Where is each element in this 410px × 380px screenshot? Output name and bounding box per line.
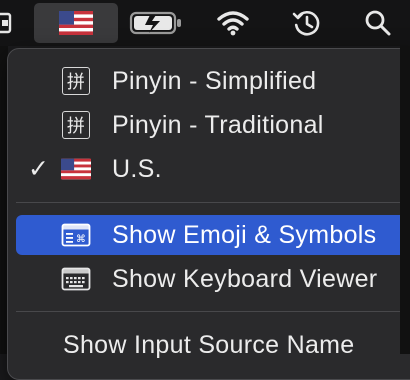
control-center-icon[interactable] [0, 0, 18, 46]
menu-separator [16, 311, 410, 312]
search-icon [365, 10, 391, 36]
input-source-menu-button[interactable] [34, 3, 118, 43]
menu-item-show-keyboard-viewer[interactable]: Show Keyboard Viewer [16, 259, 410, 299]
input-source-menu: 拼 Pinyin - Simplified 拼 Pinyin - Traditi… [7, 48, 410, 380]
time-machine-button[interactable] [284, 0, 330, 46]
battery-charging-icon [129, 11, 181, 35]
menu-item-label: Show Keyboard Viewer [112, 264, 378, 293]
menu-item-show-input-source-name[interactable]: Show Input Source Name [16, 325, 410, 365]
svg-text:⌘: ⌘ [76, 234, 86, 245]
battery-status-button[interactable] [126, 0, 186, 46]
time-machine-icon [292, 10, 320, 36]
pinyin-traditional-icon: 拼 [61, 111, 91, 139]
checkmark-icon: ✓ [28, 155, 50, 183]
menu-item-label: Show Emoji & Symbols [112, 220, 377, 249]
menu-bar [0, 0, 410, 46]
us-flag-icon [61, 156, 91, 182]
us-flag-icon [59, 11, 93, 35]
menu-item-pinyin-simplified[interactable]: 拼 Pinyin - Simplified [16, 61, 410, 101]
menu-item-label: Pinyin - Simplified [112, 66, 317, 95]
keyboard-icon [61, 266, 91, 292]
background-window-edge [400, 46, 410, 354]
menu-item-label: Show Input Source Name [63, 330, 355, 359]
wifi-status-button[interactable] [210, 0, 256, 46]
menu-item-pinyin-traditional[interactable]: 拼 Pinyin - Traditional [16, 105, 410, 145]
spotlight-button[interactable] [356, 0, 400, 46]
wifi-icon [217, 11, 249, 36]
emoji-symbols-icon: ⌘ [61, 222, 91, 248]
menu-item-us[interactable]: ✓ U.S. [16, 149, 410, 189]
menu-item-show-emoji-symbols[interactable]: ⌘ Show Emoji & Symbols [16, 215, 410, 255]
menu-separator [16, 202, 410, 203]
menu-item-label: Pinyin - Traditional [112, 110, 324, 139]
pinyin-simplified-icon: 拼 [61, 67, 91, 95]
menu-item-label: U.S. [112, 154, 162, 183]
